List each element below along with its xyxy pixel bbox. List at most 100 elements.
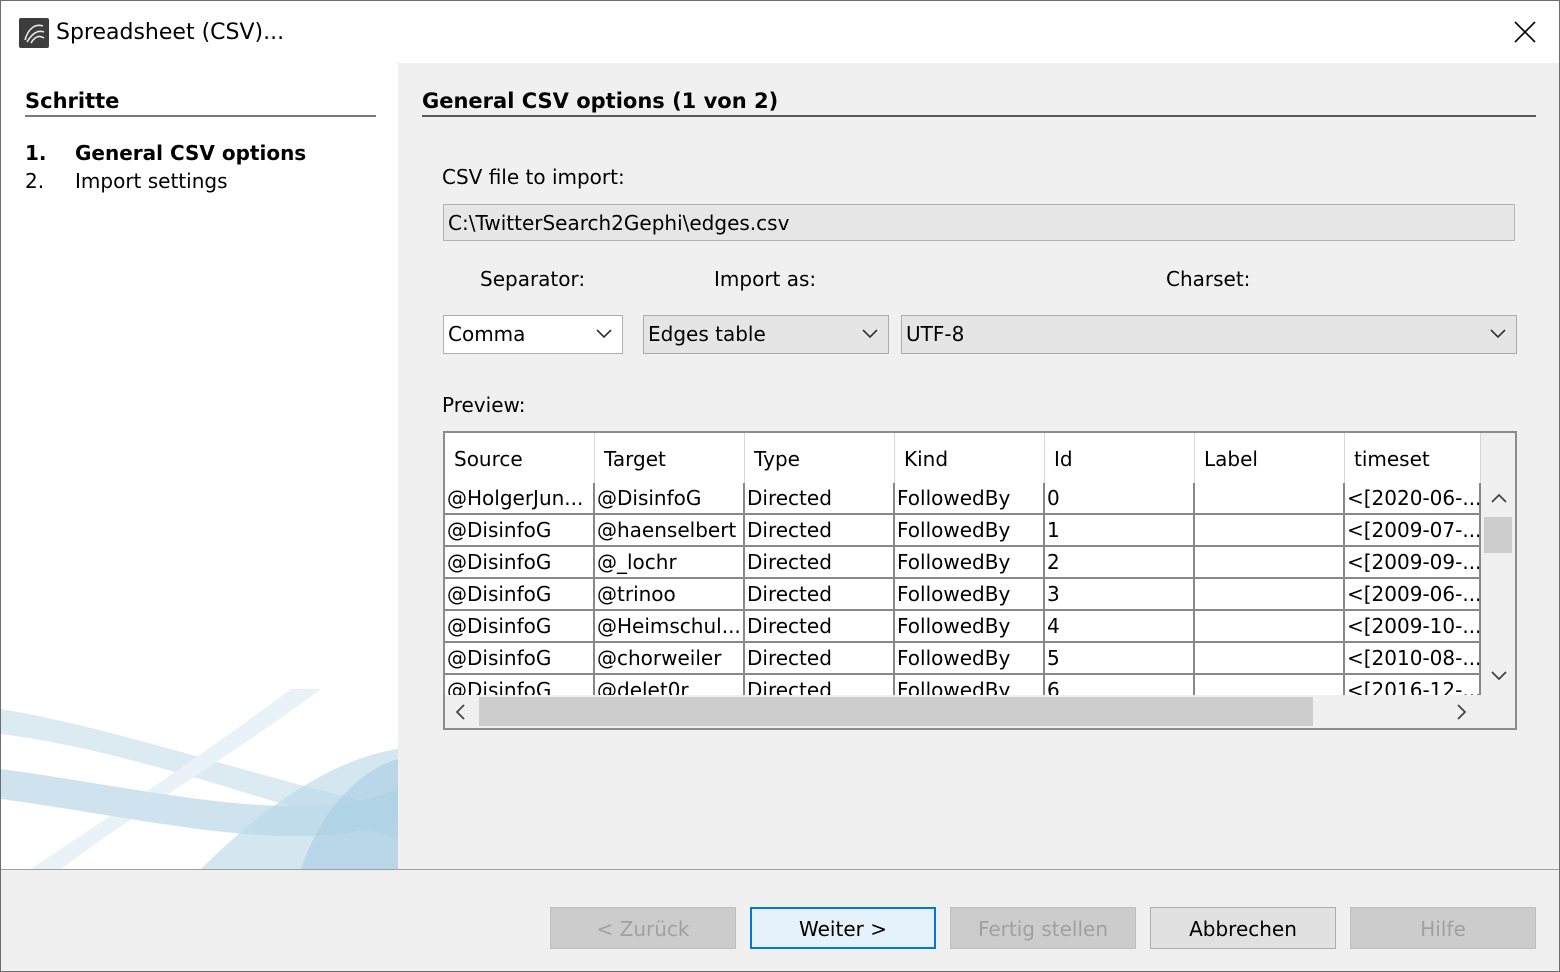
table-cell[interactable]: 3 [1045,579,1195,611]
separator-value: Comma [448,322,526,346]
step-import-settings: 2. Import settings [25,168,228,194]
table-cell[interactable] [1195,611,1345,643]
table-cell[interactable]: 2 [1045,547,1195,579]
charset-value: UTF-8 [906,322,965,346]
step-number: 1. [25,141,47,165]
scroll-left-icon[interactable] [455,704,465,720]
table-cell[interactable]: @Heimschul... [595,611,745,643]
horizontal-scrollbar[interactable] [445,695,1515,728]
table-row[interactable]: @HolgerJun... @DisinfoG Directed FollowedBy… [445,483,1481,515]
table-cell[interactable]: @DisinfoG [445,579,595,611]
vertical-scroll-thumb[interactable] [1484,517,1512,553]
table-cell[interactable] [1195,547,1345,579]
table-cell[interactable]: Directed [745,675,895,695]
csv-import-dialog: Spreadsheet (CSV)... Schritte 1. General … [0,0,1560,972]
import-as-select[interactable]: Edges table [643,315,889,354]
table-row[interactable]: @DisinfoG @haenselbert Directed FollowedBy 1… [445,515,1481,547]
next-button[interactable]: Weiter > [750,907,936,949]
section-heading: General CSV options (1 von 2) [422,89,779,113]
column-header[interactable]: Id [1045,433,1195,483]
table-cell[interactable]: 4 [1045,611,1195,643]
separator-select[interactable]: Comma [443,315,623,354]
table-cell[interactable]: 0 [1045,483,1195,515]
table-cell[interactable]: @trinoo [595,579,745,611]
main-content: General CSV options (1 von 2) CSV file t… [398,63,1559,869]
import-as-label: Import as: [714,267,817,291]
table-cell[interactable] [1195,515,1345,547]
preview-label: Preview: [442,393,526,417]
column-header[interactable]: Source [445,433,595,483]
steps-panel: Schritte 1. General CSV options 2. Import … [1,63,398,869]
table-cell[interactable]: <[2009-10-... [1345,611,1481,643]
horizontal-scroll-thumb[interactable] [479,697,1313,726]
column-header[interactable]: Target [595,433,745,483]
table-cell[interactable]: 5 [1045,643,1195,675]
step-label: General CSV options [75,141,307,165]
table-cell[interactable]: FollowedBy [895,675,1045,695]
table-row[interactable]: @DisinfoG @chorweiler Directed FollowedBy 5 <… [445,643,1481,675]
table-cell[interactable]: Directed [745,643,895,675]
charset-select[interactable]: UTF-8 [901,315,1517,354]
table-cell[interactable]: @haenselbert [595,515,745,547]
table-cell[interactable]: 6 [1045,675,1195,695]
table-cell[interactable]: <[2009-09-... [1345,547,1481,579]
back-button[interactable]: < Zurück [550,907,736,949]
table-row[interactable]: @DisinfoG @delet0r Directed FollowedBy 6 <[20… [445,675,1481,695]
table-cell[interactable]: @DisinfoG [445,515,595,547]
table-cell[interactable]: Directed [745,579,895,611]
separator-label: Separator: [480,267,586,291]
table-row[interactable]: @DisinfoG @_lochr Directed FollowedBy 2 <[200… [445,547,1481,579]
table-cell[interactable] [1195,483,1345,515]
table-cell[interactable]: Directed [745,611,895,643]
table-cell[interactable]: <[2009-07-... [1345,515,1481,547]
cancel-button[interactable]: Abbrechen [1150,907,1336,949]
scroll-right-icon[interactable] [1457,704,1467,720]
table-row[interactable]: @DisinfoG @trinoo Directed FollowedBy 3 <[200… [445,579,1481,611]
csv-file-field[interactable] [443,204,1515,241]
table-cell[interactable]: <[2020-06-... [1345,483,1481,515]
table-cell[interactable]: Directed [745,483,895,515]
scroll-up-icon[interactable] [1491,493,1507,503]
section-divider [422,115,1536,117]
title-bar: Spreadsheet (CSV)... [1,1,1559,63]
column-header[interactable]: timeset [1345,433,1481,483]
table-cell[interactable]: <[2009-06-... [1345,579,1481,611]
table-cell[interactable]: Directed [745,547,895,579]
column-header[interactable]: Label [1195,433,1345,483]
table-cell[interactable] [1195,675,1345,695]
table-cell[interactable]: 1 [1045,515,1195,547]
table-cell[interactable]: @_lochr [595,547,745,579]
app-icon [19,18,49,48]
vertical-scrollbar[interactable] [1481,483,1515,695]
table-cell[interactable]: @DisinfoG [445,675,595,695]
table-cell[interactable]: @DisinfoG [445,611,595,643]
scroll-down-icon[interactable] [1491,671,1507,681]
help-button[interactable]: Hilfe [1350,907,1536,949]
decorative-swoosh [1,689,398,869]
table-cell[interactable]: FollowedBy [895,483,1045,515]
table-cell[interactable]: FollowedBy [895,611,1045,643]
column-header[interactable]: Kind [895,433,1045,483]
table-cell[interactable]: @chorweiler [595,643,745,675]
column-header[interactable]: Type [745,433,895,483]
table-cell[interactable]: @DisinfoG [445,547,595,579]
table-cell[interactable] [1195,643,1345,675]
table-cell[interactable]: @DisinfoG [595,483,745,515]
preview-table: Source Target Type Kind Id Label timeset @Holg… [443,431,1517,730]
close-button[interactable] [1501,13,1549,53]
table-row[interactable]: @DisinfoG @Heimschul... Directed FollowedBy… [445,611,1481,643]
table-cell[interactable]: FollowedBy [895,579,1045,611]
table-cell[interactable]: <[2010-08-... [1345,643,1481,675]
table-cell[interactable]: @delet0r [595,675,745,695]
table-cell[interactable]: <[2016-12-... [1345,675,1481,695]
step-general-csv-options: 1. General CSV options [25,140,306,166]
finish-button[interactable]: Fertig stellen [950,907,1136,949]
table-cell[interactable]: Directed [745,515,895,547]
table-cell[interactable]: FollowedBy [895,547,1045,579]
table-cell[interactable]: @DisinfoG [445,643,595,675]
table-cell[interactable]: FollowedBy [895,643,1045,675]
table-cell[interactable]: FollowedBy [895,515,1045,547]
steps-divider [25,115,376,117]
table-cell[interactable]: @HolgerJun... [445,483,595,515]
table-cell[interactable] [1195,579,1345,611]
